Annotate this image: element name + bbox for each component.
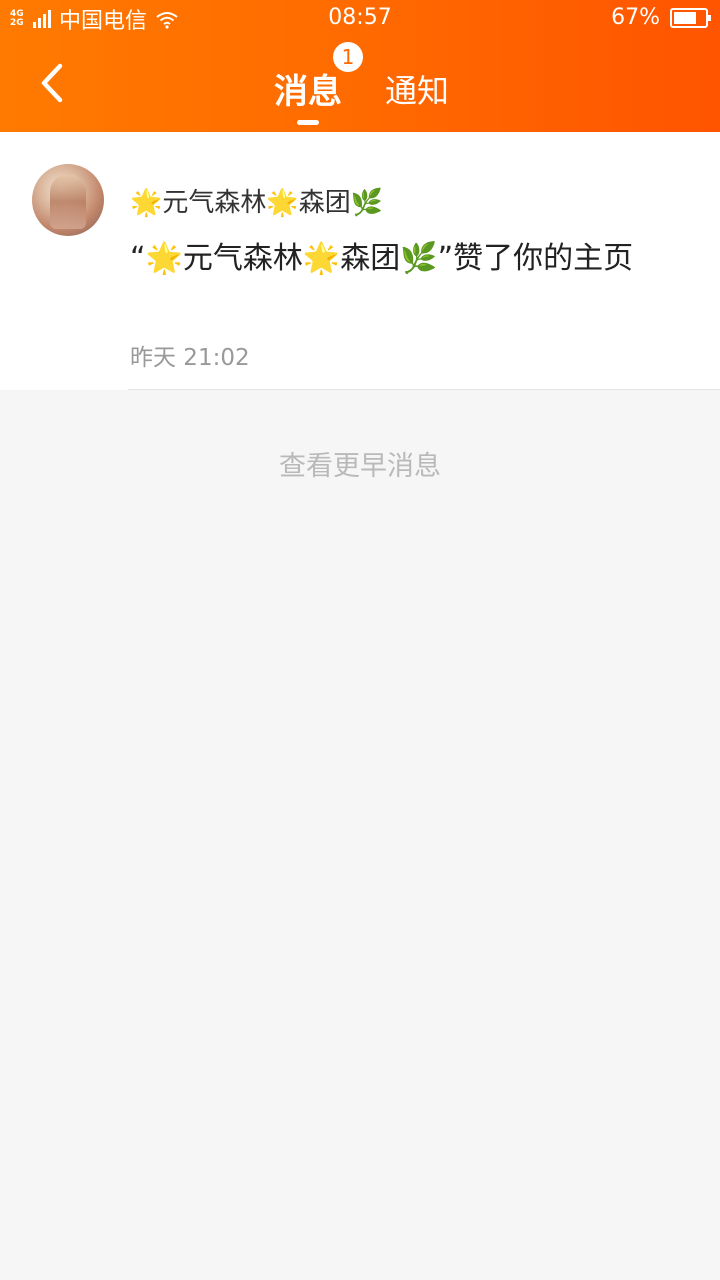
battery-icon [670, 7, 711, 28]
status-right: 67% [611, 5, 711, 30]
divider [128, 389, 720, 390]
tab-messages[interactable]: 消息 [274, 64, 342, 113]
status-bar: 4G 2G 中国电信 08:57 67% [0, 0, 720, 38]
back-chevron-icon[interactable] [30, 58, 80, 108]
active-tab-indicator [297, 120, 319, 125]
message-timestamp: 昨天 21:02 [130, 345, 250, 371]
nav-bar: 消息 1 通知 [0, 38, 720, 132]
tab-notifications[interactable]: 通知 [385, 66, 449, 112]
sender-name: 🌟元气森林🌟森团🌿 [130, 188, 384, 218]
app-header: 4G 2G 中国电信 08:57 67% 消息 1 通知 [0, 0, 720, 132]
message-text: “🌟元气森林🌟森团🌿”赞了你的主页 [130, 241, 634, 276]
avatar[interactable] [32, 164, 104, 236]
view-older-messages-link[interactable]: 查看更早消息 [0, 444, 720, 483]
unread-badge: 1 [333, 42, 363, 72]
battery-percent: 67% [611, 5, 660, 30]
message-item[interactable]: 🌟元气森林🌟森团🌿 “🌟元气森林🌟森团🌿”赞了你的主页 昨天 21:02 [0, 132, 720, 390]
